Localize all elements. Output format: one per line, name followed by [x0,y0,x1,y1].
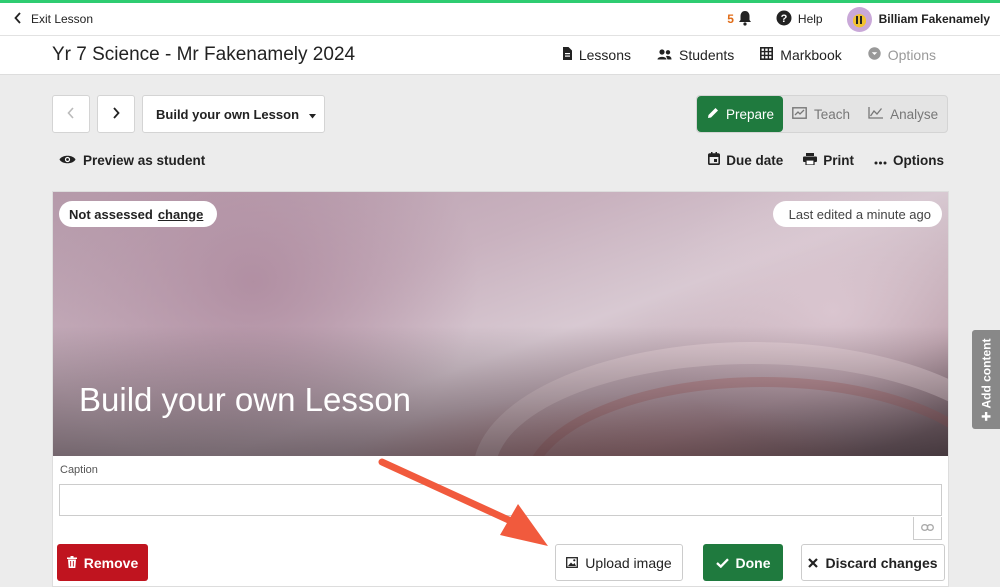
caption-input[interactable] [59,484,942,516]
caret-down-icon [309,107,317,122]
pencil-icon [707,107,719,122]
user-name: Billiam Fakenamely [878,12,990,26]
chevron-left-icon [67,106,75,122]
close-icon [808,555,819,571]
mode-analyse-label: Analyse [890,106,939,122]
help-button[interactable]: ? Help [776,10,823,29]
link-icon [921,522,934,534]
top-bar: Exit Lesson 5 ? Help Billiam Fakenamely [0,3,1000,36]
title-bar: Yr 7 Science - Mr Fakenamely 2024 Lesson… [0,36,1000,75]
printer-icon [803,152,818,168]
help-label: Help [797,12,823,26]
assessment-status: Not assessed [69,206,153,222]
check-icon [715,555,729,571]
image-icon [566,555,579,571]
lesson-options-button[interactable]: Options [874,153,944,168]
lesson-select-value: Build your own Lesson [156,106,300,122]
nav-lessons-label: Lessons [578,47,632,63]
last-edited-badge: Last edited a minute ago [772,201,942,227]
due-date-button[interactable]: Due date [708,152,783,168]
course-title: Yr 7 Science - Mr Fakenamely 2024 [52,44,356,65]
cover-image: Not assessed change Last edited a minute… [53,192,948,456]
chevron-down-circle-icon [868,47,881,63]
exit-lesson-label: Exit Lesson [31,12,94,26]
next-lesson-button[interactable] [97,95,135,133]
presentation-icon [792,106,807,122]
users-icon [657,47,672,63]
avatar [846,6,872,32]
eye-icon [59,153,76,168]
notification-count: 5 [727,12,734,26]
add-content-text: Add content [979,338,994,409]
assessment-status-badge: Not assessed change [59,201,218,227]
lesson-subbar: Preview as student Due date Print Option… [59,152,944,168]
line-chart-icon [868,106,884,122]
discard-changes-button[interactable]: Discard changes [801,544,945,581]
nav-options[interactable]: Options [868,47,936,63]
more-dots-icon [874,153,887,168]
nav-students-label: Students [679,47,735,63]
chevron-left-icon [14,11,22,27]
remove-label: Remove [83,554,139,571]
nav-students[interactable]: Students [657,47,734,63]
svg-text:?: ? [781,13,788,25]
remove-button[interactable]: Remove [57,544,148,581]
mode-teach-label: Teach [814,106,851,122]
mode-prepare[interactable]: Prepare [697,96,784,132]
upload-image-button[interactable]: Upload image [555,544,683,581]
print-label: Print [823,152,854,168]
add-content-tab[interactable]: ✚ Add content [972,330,1000,429]
help-icon: ? [776,10,792,29]
mode-switcher: Prepare Teach Analyse [696,95,948,133]
mode-teach[interactable]: Teach [783,96,859,132]
mode-analyse[interactable]: Analyse [859,96,947,132]
lesson-select[interactable]: Build your own Lesson [142,95,325,133]
user-menu[interactable]: Billiam Fakenamely [846,6,990,32]
preview-label: Preview as student [83,152,206,168]
exit-lesson-link[interactable]: Exit Lesson [0,11,94,27]
lesson-cover-card: Not assessed change Last edited a minute… [52,191,949,587]
mode-prepare-label: Prepare [726,106,775,122]
calendar-icon [708,152,721,168]
lesson-title: Build your own Lesson [79,381,412,418]
print-button[interactable]: Print [803,152,854,168]
change-assessment-link[interactable]: change [158,207,204,222]
preview-as-student-link[interactable]: Preview as student [59,153,205,168]
nav-markbook-label: Markbook [780,47,842,63]
upload-image-label: Upload image [585,554,672,571]
done-button[interactable]: Done [703,544,783,581]
add-content-label: ✚ Add content [979,338,994,421]
nav-options-label: Options [887,47,936,63]
nav-lessons[interactable]: Lessons [562,47,631,63]
nav-markbook[interactable]: Markbook [760,47,842,63]
notifications-button[interactable]: 5 [727,10,752,29]
lesson-options-label: Options [893,152,944,168]
caption-label: Caption [60,464,98,476]
trash-icon [66,555,77,571]
link-button[interactable] [913,517,942,540]
previous-lesson-button[interactable] [52,95,90,133]
chevron-right-icon [112,106,120,122]
table-icon [760,47,774,63]
done-label: Done [735,554,771,571]
due-date-label: Due date [726,152,784,168]
bell-icon [738,10,752,29]
document-icon [562,47,572,63]
discard-changes-label: Discard changes [825,554,938,571]
